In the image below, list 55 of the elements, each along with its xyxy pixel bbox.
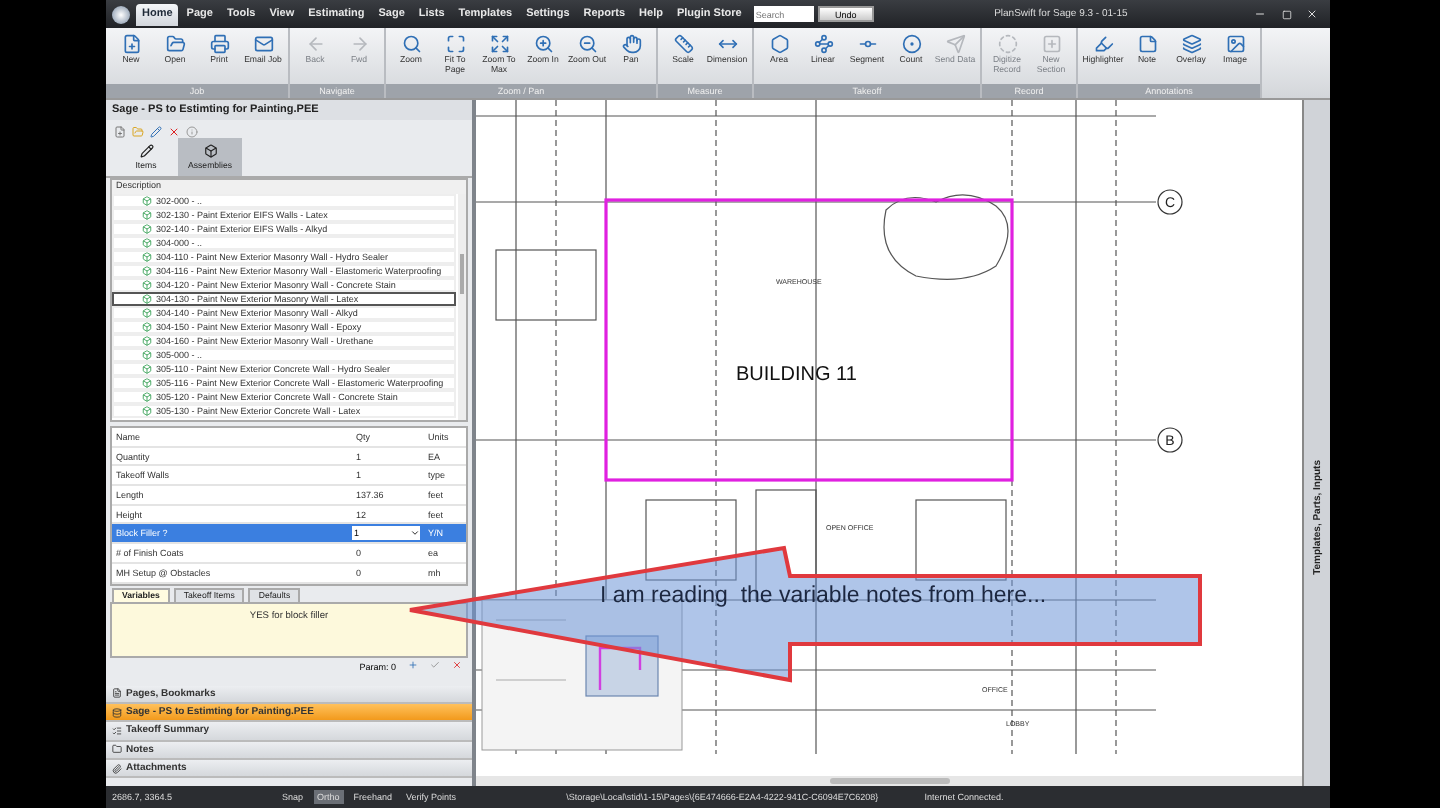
cube-icon	[142, 336, 152, 346]
zoom-out-icon	[577, 34, 597, 54]
new-section-icon	[1041, 34, 1061, 54]
cube-icon	[142, 238, 152, 248]
highlighter-icon	[1093, 34, 1113, 54]
count-icon	[901, 34, 921, 54]
printer-icon	[209, 34, 229, 54]
scrollbar[interactable]	[476, 776, 1302, 786]
dropdown-caret-icon	[410, 528, 420, 539]
cube-icon	[142, 308, 152, 318]
record-icon	[997, 34, 1017, 54]
cube-icon	[142, 378, 152, 388]
check-icon[interactable]	[430, 660, 440, 672]
zoom-in-icon	[533, 34, 553, 54]
back-arrow-icon	[305, 34, 325, 54]
fit-page-icon	[445, 34, 465, 54]
cube-icon	[142, 322, 152, 332]
cube-icon	[142, 266, 152, 276]
note-icon	[1137, 34, 1157, 54]
cube-icon	[203, 144, 217, 158]
folder-icon	[112, 744, 122, 755]
cube-icon	[142, 392, 152, 402]
paperclip-icon	[112, 763, 122, 774]
scrollbar[interactable]	[458, 194, 466, 420]
forward-arrow-icon	[349, 34, 369, 54]
zoom-icon	[401, 34, 421, 54]
linear-icon	[813, 34, 833, 54]
building-title: BUILDING 11	[736, 364, 857, 386]
callout-text: I am reading the variable notes from here...	[600, 584, 1047, 608]
folder-icon	[165, 34, 185, 54]
cube-icon	[142, 364, 152, 374]
send-icon	[945, 34, 965, 54]
cube-icon	[142, 196, 152, 206]
cube-icon	[142, 406, 152, 416]
dimension-icon	[717, 34, 737, 54]
cube-icon	[142, 350, 152, 360]
summary-icon	[112, 725, 122, 736]
new-file-icon	[121, 34, 141, 54]
zoom-max-icon	[489, 34, 509, 54]
cube-icon	[142, 280, 152, 290]
cube-icon	[142, 210, 152, 220]
app-logo-icon[interactable]	[112, 5, 130, 23]
page-icon	[112, 688, 122, 699]
add-icon[interactable]	[408, 660, 418, 672]
cube-icon	[142, 294, 152, 304]
hand-icon	[621, 34, 641, 54]
area-icon	[769, 34, 789, 54]
ruler-icon	[673, 34, 693, 54]
cube-icon	[142, 252, 152, 262]
database-icon	[112, 707, 122, 718]
image-icon	[1225, 34, 1245, 54]
envelope-icon	[253, 34, 273, 54]
pencil-icon	[139, 144, 153, 158]
cube-icon	[142, 224, 152, 234]
layers-icon	[1181, 34, 1201, 54]
